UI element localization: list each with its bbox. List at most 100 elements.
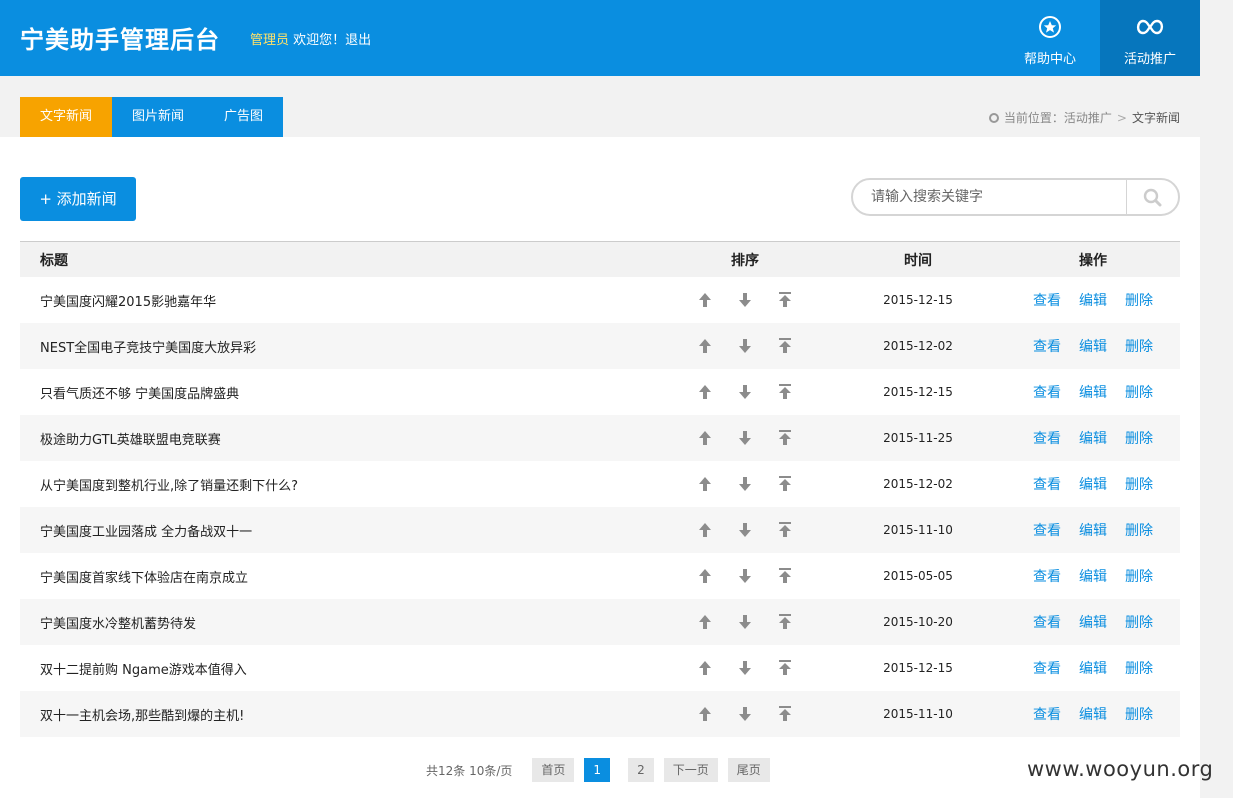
row-time: 2015-12-02	[883, 477, 953, 491]
move-up-icon[interactable]	[695, 290, 715, 310]
move-up-icon[interactable]	[695, 520, 715, 540]
edit-link[interactable]: 编辑	[1079, 428, 1107, 448]
view-link[interactable]: 查看	[1033, 612, 1061, 632]
add-news-button[interactable]: + 添加新闻	[20, 177, 136, 221]
pager-page-2[interactable]: 2	[628, 758, 654, 782]
view-link[interactable]: 查看	[1033, 658, 1061, 678]
table-row: 极途助力GTL英雄联盟电竞联赛 2015-11-25 查看 编辑 删除	[20, 415, 1180, 461]
content-panel: + 添加新闻 标题 排序 时间 操作 宁美国度闪耀2015影驰嘉年华 2015-1…	[0, 137, 1200, 798]
delete-link[interactable]: 删除	[1125, 566, 1153, 586]
move-top-icon[interactable]	[775, 520, 795, 540]
delete-link[interactable]: 删除	[1125, 336, 1153, 356]
pager-next[interactable]: 下一页	[663, 758, 718, 782]
row-actions: 查看 编辑 删除	[1006, 520, 1180, 540]
row-title: 宁美国度首家线下体验店在南京成立	[40, 570, 249, 586]
table-row: 宁美国度水冷整机蓄势待发 2015-10-20 查看 编辑 删除	[20, 599, 1180, 645]
row-actions: 查看 编辑 删除	[1006, 658, 1180, 678]
move-down-icon[interactable]	[735, 566, 755, 586]
row-title: 宁美国度水冷整机蓄势待发	[40, 616, 197, 632]
view-link[interactable]: 查看	[1033, 290, 1061, 310]
edit-link[interactable]: 编辑	[1079, 520, 1107, 540]
edit-link[interactable]: 编辑	[1079, 704, 1107, 724]
move-down-icon[interactable]	[735, 290, 755, 310]
move-up-icon[interactable]	[695, 474, 715, 494]
move-top-icon[interactable]	[775, 474, 795, 494]
move-top-icon[interactable]	[775, 290, 795, 310]
nav-help-center[interactable]: 帮助中心	[1000, 0, 1100, 76]
view-link[interactable]: 查看	[1033, 520, 1061, 540]
delete-link[interactable]: 删除	[1125, 658, 1153, 678]
move-top-icon[interactable]	[775, 658, 795, 678]
breadcrumb-current: 文字新闻	[1131, 111, 1180, 125]
tab-text-news[interactable]: 文字新闻	[20, 97, 113, 137]
move-up-icon[interactable]	[695, 566, 715, 586]
move-up-icon[interactable]	[695, 612, 715, 632]
delete-link[interactable]: 删除	[1125, 382, 1153, 402]
row-title: 宁美国度工业园落成 全力备战双十一	[40, 524, 253, 540]
tab-ad-image[interactable]: 广告图	[204, 97, 283, 137]
view-link[interactable]: 查看	[1033, 474, 1061, 494]
row-title: 双十一主机会场,那些酷到爆的主机!	[40, 708, 245, 724]
edit-link[interactable]: 编辑	[1079, 566, 1107, 586]
move-up-icon[interactable]	[695, 704, 715, 724]
view-link[interactable]: 查看	[1033, 704, 1061, 724]
move-top-icon[interactable]	[775, 382, 795, 402]
move-top-icon[interactable]	[775, 612, 795, 632]
table-row: 从宁美国度到整机行业,除了销量还剩下什么? 2015-12-02 查看 编辑 删除	[20, 461, 1180, 507]
pager-last[interactable]: 尾页	[727, 758, 770, 782]
move-up-icon[interactable]	[695, 336, 715, 356]
logout-link[interactable]: 退出	[345, 33, 371, 48]
row-title: 从宁美国度到整机行业,除了销量还剩下什么?	[40, 478, 299, 494]
move-down-icon[interactable]	[735, 474, 755, 494]
nav-promotion[interactable]: 活动推广	[1100, 0, 1200, 76]
delete-link[interactable]: 删除	[1125, 612, 1153, 632]
row-sort-controls	[660, 428, 830, 448]
top-header: 宁美助手管理后台 管理员 欢迎您！退出 帮助中心 活动推广	[0, 0, 1200, 76]
move-top-icon[interactable]	[775, 428, 795, 448]
pager-first[interactable]: 首页	[532, 758, 575, 782]
edit-link[interactable]: 编辑	[1079, 612, 1107, 632]
delete-link[interactable]: 删除	[1125, 704, 1153, 724]
pager-page-1[interactable]: 1	[584, 758, 611, 782]
search-input[interactable]	[871, 188, 1121, 206]
move-up-icon[interactable]	[695, 428, 715, 448]
move-up-icon[interactable]	[695, 382, 715, 402]
infinity-link-icon	[1136, 19, 1164, 35]
header-title: 标题	[40, 252, 68, 269]
move-top-icon[interactable]	[775, 566, 795, 586]
edit-link[interactable]: 编辑	[1079, 336, 1107, 356]
move-down-icon[interactable]	[735, 382, 755, 402]
edit-link[interactable]: 编辑	[1079, 290, 1107, 310]
move-top-icon[interactable]	[775, 336, 795, 356]
move-top-icon[interactable]	[775, 704, 795, 724]
move-down-icon[interactable]	[735, 612, 755, 632]
view-link[interactable]: 查看	[1033, 336, 1061, 356]
tab-image-news[interactable]: 图片新闻	[112, 97, 204, 137]
row-time: 2015-12-15	[883, 293, 953, 307]
row-sort-controls	[660, 520, 830, 540]
view-link[interactable]: 查看	[1033, 566, 1061, 586]
edit-link[interactable]: 编辑	[1079, 658, 1107, 678]
move-down-icon[interactable]	[735, 336, 755, 356]
edit-link[interactable]: 编辑	[1079, 474, 1107, 494]
delete-link[interactable]: 删除	[1125, 520, 1153, 540]
move-down-icon[interactable]	[735, 520, 755, 540]
move-down-icon[interactable]	[735, 428, 755, 448]
delete-link[interactable]: 删除	[1125, 428, 1153, 448]
location-icon	[988, 112, 999, 123]
table-row: 双十一主机会场,那些酷到爆的主机! 2015-11-10 查看 编辑 删除	[20, 691, 1180, 737]
nav-help-label: 帮助中心	[1023, 52, 1076, 67]
row-sort-controls	[660, 474, 830, 494]
view-link[interactable]: 查看	[1033, 382, 1061, 402]
edit-link[interactable]: 编辑	[1079, 382, 1107, 402]
move-up-icon[interactable]	[695, 658, 715, 678]
search-button[interactable]	[1127, 180, 1178, 214]
delete-link[interactable]: 删除	[1125, 290, 1153, 310]
breadcrumb: 当前位置：活动推广 > 文字新闻	[988, 109, 1180, 126]
delete-link[interactable]: 删除	[1125, 474, 1153, 494]
row-actions: 查看 编辑 删除	[1006, 612, 1180, 632]
view-link[interactable]: 查看	[1033, 428, 1061, 448]
row-sort-controls	[660, 290, 830, 310]
move-down-icon[interactable]	[735, 658, 755, 678]
move-down-icon[interactable]	[735, 704, 755, 724]
